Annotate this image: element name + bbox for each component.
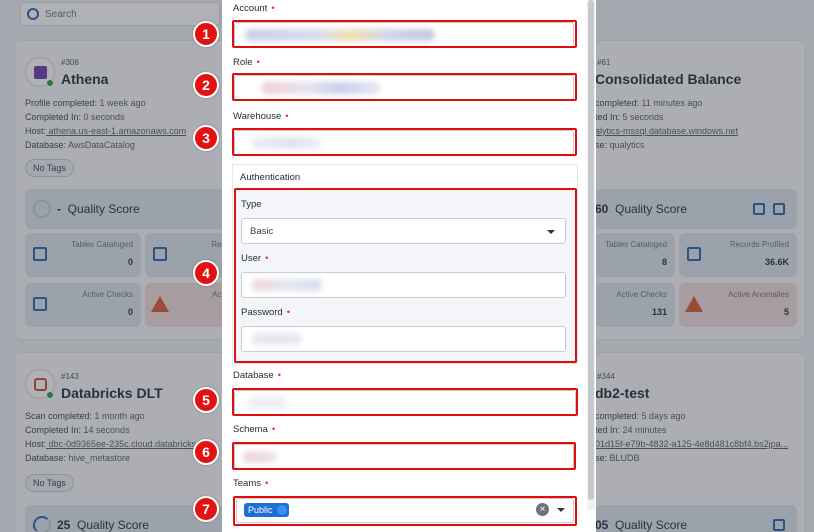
callout-badge-4: 4 xyxy=(193,260,219,286)
modal-scrollbar[interactable] xyxy=(587,0,595,510)
database-label: Database • xyxy=(233,370,281,381)
highlight-warehouse xyxy=(232,128,577,156)
callout-badge-6: 6 xyxy=(193,439,219,465)
highlight-schema xyxy=(232,442,576,470)
warehouse-label: Warehouse • xyxy=(233,111,289,122)
callout-badge-7: 7 xyxy=(193,496,219,522)
highlight-role xyxy=(232,73,577,101)
account-label: Account • xyxy=(233,3,275,14)
teams-label: Teams • xyxy=(233,478,269,489)
highlight-account xyxy=(232,20,577,48)
scrollbar-thumb[interactable] xyxy=(588,0,594,500)
highlight-database xyxy=(232,388,578,416)
role-label: Role • xyxy=(233,57,260,68)
schema-label: Schema • xyxy=(233,424,276,435)
authentication-title: Authentication xyxy=(240,172,301,183)
highlight-teams xyxy=(233,496,577,526)
callout-badge-3: 3 xyxy=(193,125,219,151)
callout-badge-1: 1 xyxy=(193,21,219,47)
callout-badge-2: 2 xyxy=(193,72,219,98)
callout-badge-5: 5 xyxy=(193,387,219,413)
highlight-authentication xyxy=(234,188,577,363)
